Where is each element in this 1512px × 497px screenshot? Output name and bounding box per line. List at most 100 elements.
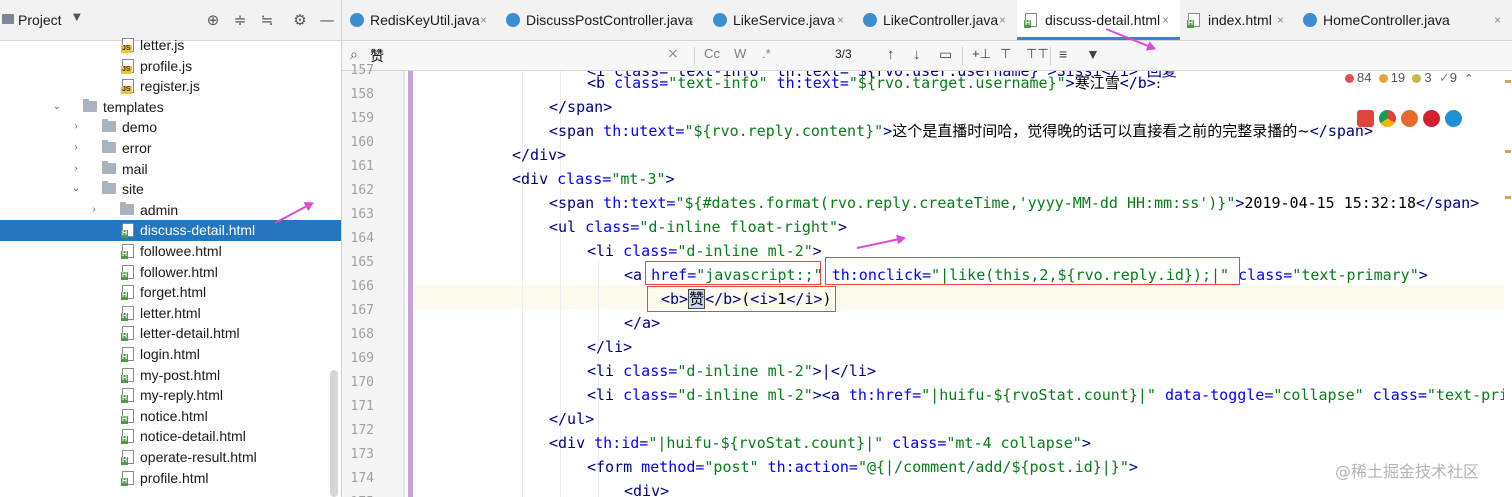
tree-item[interactable]: JS register.js [0, 76, 341, 97]
search-input[interactable] [370, 45, 700, 67]
firefox-icon[interactable] [1401, 110, 1418, 127]
tree-item[interactable]: ⌄ site [0, 179, 341, 200]
tree-item[interactable]: ⌄ templates [0, 97, 341, 118]
close-icon[interactable]: × [1162, 0, 1169, 40]
line-number: 170 [350, 375, 374, 390]
tab-discuss-detail-html[interactable]: discuss-detail.html× [1017, 0, 1180, 40]
tree-item-label: my-post.html [140, 366, 221, 383]
project-title[interactable]: Project [18, 12, 62, 28]
line-number: 167 [350, 303, 374, 318]
tab-likecontroller-java[interactable]: LikeController.java × [855, 0, 1017, 40]
tab-homecontroller-java[interactable]: HomeController.java × [1295, 0, 1512, 40]
filter-icon[interactable]: ▼ [1086, 46, 1100, 62]
chevron-down-icon[interactable]: ⌄ [51, 97, 63, 117]
tab-likeservice-java[interactable]: LikeService.java × [705, 0, 855, 40]
tree-item[interactable]: Hmy-post.html [0, 365, 341, 386]
close-icon[interactable]: × [837, 0, 844, 40]
jetbrains-icon[interactable] [1357, 110, 1374, 127]
chevron-right-icon[interactable]: › [70, 159, 82, 179]
gear-icon[interactable]: ⚙ [291, 10, 309, 30]
chevron-up-icon[interactable]: ⌃ [1464, 73, 1473, 85]
expand-all-icon[interactable]: ≑ [231, 10, 249, 30]
arrow-down-icon[interactable]: ↓ [913, 46, 921, 63]
collapse-all-icon[interactable]: ≒ [258, 10, 276, 30]
code-line-168: </a> [624, 314, 661, 332]
regex-button[interactable]: .* [762, 46, 771, 61]
close-icon[interactable]: × [480, 0, 487, 40]
tab-label: index.html [1208, 12, 1272, 28]
html-file-icon: H [121, 470, 134, 486]
tree-item[interactable]: › error [0, 138, 341, 159]
whole-words-button[interactable]: W [734, 46, 746, 61]
tree-item[interactable]: Hletter-detail.html [0, 323, 341, 344]
select-all-icon[interactable]: ▭ [939, 46, 952, 63]
tab-discusspostcontroller-java[interactable]: DiscussPostController.java × [498, 0, 705, 40]
tree-item-label: register.js [140, 78, 200, 95]
close-icon[interactable]: × [687, 0, 694, 40]
folder-icon [102, 160, 116, 174]
tree-item-label: admin [140, 201, 179, 218]
tree-item[interactable]: Hdiscuss-detail.html [0, 220, 341, 241]
match-case-button[interactable]: Cc [704, 46, 720, 61]
annotation-box-href [645, 261, 821, 285]
line-number: 171 [350, 399, 374, 414]
chevron-right-icon[interactable]: › [88, 200, 100, 220]
tab-index-html[interactable]: index.html × [1180, 0, 1295, 40]
multiline-icon[interactable]: ≡ [1059, 46, 1067, 62]
editor-scrollbar[interactable] [1504, 71, 1512, 497]
tab-rediskeyutil-java[interactable]: RedisKeyUtil.java × [342, 0, 498, 40]
close-icon[interactable]: × [1494, 0, 1501, 40]
tree-item[interactable]: Hfollower.html [0, 262, 341, 283]
js-file-icon: JS [121, 79, 134, 95]
chevron-down-icon[interactable]: ▼ [73, 12, 81, 23]
tree-item-label: notice.html [140, 407, 208, 424]
tree-item[interactable]: Hfollowee.html [0, 241, 341, 262]
tree-item[interactable]: JS letter.js [0, 35, 341, 56]
tree-item[interactable]: › admin [0, 200, 341, 221]
tree-item[interactable]: Hletter.html [0, 303, 341, 324]
tree-item[interactable]: Hoperate-result.html [0, 447, 341, 468]
tree-item-label: letter.html [140, 304, 201, 321]
tree-item[interactable]: Hprofile.html [0, 468, 341, 489]
tree-item-label: notice-detail.html [140, 428, 246, 445]
line-number: 158 [350, 87, 374, 102]
inspection-widget[interactable]: 84 19 3 ✓9 ⌃ [1345, 70, 1473, 86]
project-panel: Project ▼ ⊕ ≑ ≒ ⚙ — JS letter.js JS profile… [0, 0, 342, 497]
remove-selection-icon[interactable]: ⊤ [1000, 46, 1011, 62]
java-class-icon [713, 13, 727, 27]
add-selection-icon[interactable]: +⊥ [972, 46, 991, 62]
error-stripe-mark[interactable] [1505, 196, 1511, 199]
java-class-icon [1303, 13, 1317, 27]
tab-label: RedisKeyUtil.java [370, 12, 480, 28]
select-all-occurrences-icon[interactable]: ⊤⊤ [1026, 46, 1049, 62]
clear-search-icon[interactable]: × [667, 46, 679, 62]
target-icon[interactable]: ⊕ [204, 10, 222, 30]
edge-icon[interactable] [1445, 110, 1462, 127]
tree-item[interactable]: Hforget.html [0, 282, 341, 303]
chevron-right-icon[interactable]: › [70, 138, 82, 158]
chevron-right-icon[interactable]: › [70, 117, 82, 137]
tree-item[interactable]: › mail [0, 159, 341, 180]
separator [962, 47, 963, 65]
weak-warning-icon [1412, 74, 1422, 83]
close-icon[interactable]: × [1277, 0, 1284, 40]
error-stripe-mark[interactable] [1505, 80, 1511, 83]
tab-label: DiscussPostController.java [526, 12, 693, 28]
minimize-icon[interactable]: — [318, 10, 336, 30]
project-icon [2, 14, 14, 24]
html-file-icon: H [121, 450, 134, 465]
chrome-icon[interactable] [1379, 110, 1396, 127]
arrow-up-icon[interactable]: ↑ [887, 46, 895, 63]
tree-item[interactable]: JS profile.js [0, 56, 341, 77]
project-panel-scrollbar[interactable] [330, 370, 338, 497]
close-icon[interactable]: × [999, 0, 1006, 40]
tree-item[interactable]: Hlogin.html [0, 344, 341, 365]
chevron-down-icon[interactable]: ⌄ [70, 179, 82, 199]
tree-item[interactable]: Hmy-reply.html [0, 385, 341, 406]
tree-item[interactable]: Hnotice-detail.html [0, 426, 341, 447]
error-stripe-mark[interactable] [1505, 150, 1511, 153]
line-number: 157 [350, 63, 374, 78]
tree-item[interactable]: › demo [0, 117, 341, 138]
tree-item[interactable]: Hnotice.html [0, 406, 341, 427]
opera-icon[interactable] [1423, 110, 1440, 127]
